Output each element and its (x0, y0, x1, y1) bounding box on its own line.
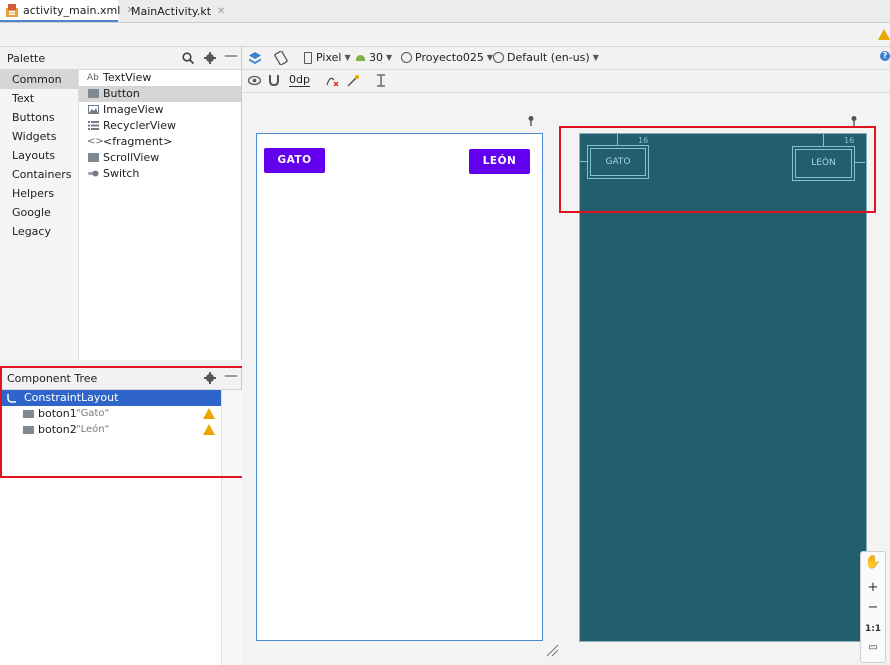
tab-label: MainActivity.kt (131, 4, 212, 18)
widget-button[interactable]: Button (79, 86, 241, 102)
layers-icon[interactable] (248, 51, 262, 65)
locale-selector[interactable]: Default (en-us) ▼ (493, 51, 599, 64)
widget-scrollview[interactable]: ScrollView (79, 150, 241, 166)
search-icon[interactable] (182, 52, 194, 64)
widget-fragment[interactable]: <> <fragment> (79, 134, 241, 150)
api-label: 30 (369, 51, 383, 64)
category-layouts[interactable]: Layouts (0, 146, 78, 165)
api-selector[interactable]: 30 ▼ (356, 51, 392, 64)
widget-switch[interactable]: Switch (79, 166, 241, 182)
palette-panel: Palette — Common Text Buttons Widgets La… (0, 47, 242, 360)
device-label: Pixel (316, 51, 342, 64)
fragment-icon: <> (87, 136, 104, 147)
category-containers[interactable]: Containers (0, 165, 78, 184)
pan-icon[interactable]: ✋ (861, 555, 885, 570)
editor-tab-bar: activity_main.xml ✕ MainActivity.kt ✕ (0, 0, 890, 23)
help-icon[interactable]: ? (880, 51, 890, 61)
chevron-down-icon: ▼ (386, 53, 393, 62)
layout-file-icon (6, 3, 18, 17)
widget-label: ScrollView (103, 151, 160, 164)
palette-categories: Common Text Buttons Widgets Layouts Cont… (0, 70, 79, 360)
theme-icon (401, 52, 412, 63)
button-icon (88, 89, 99, 98)
zoom-in-button[interactable]: + (861, 580, 885, 595)
widget-label: Switch (103, 167, 140, 180)
constraint-toolbar: 0dp (242, 70, 890, 93)
widget-label: ImageView (103, 103, 164, 116)
widget-label: RecyclerView (103, 119, 176, 132)
tab-main-activity[interactable]: MainActivity.kt ✕ (120, 0, 225, 22)
gear-icon[interactable] (204, 52, 216, 64)
default-margin-label: 0dp (289, 73, 310, 86)
widget-imageview[interactable]: ImageView (79, 102, 241, 118)
pin-icon (851, 116, 857, 126)
zoom-out-button[interactable]: − (861, 600, 885, 615)
highlight-box-component-tree (0, 366, 245, 478)
warning-icon[interactable] (878, 29, 890, 40)
minimize-icon[interactable]: — (224, 48, 238, 64)
clear-constraints-icon[interactable] (326, 74, 339, 87)
category-widgets[interactable]: Widgets (0, 127, 78, 146)
category-legacy[interactable]: Legacy (0, 222, 78, 241)
zoom-reset-button[interactable]: 1:1 (861, 624, 885, 634)
magnet-icon[interactable] (268, 74, 280, 87)
widget-label: <fragment> (103, 135, 173, 148)
widget-recyclerview[interactable]: RecyclerView (79, 118, 241, 134)
gato-button[interactable]: GATO (264, 148, 325, 173)
chevron-down-icon: ▼ (592, 53, 599, 62)
tab-activity-main[interactable]: activity_main.xml ✕ (0, 0, 135, 22)
default-margin-selector[interactable]: 0dp (289, 73, 310, 87)
palette-header: Palette — (0, 47, 241, 70)
design-surface[interactable]: GATO LEÓN (256, 133, 543, 641)
textview-icon: Ab (87, 73, 99, 83)
category-text[interactable]: Text (0, 89, 78, 108)
fit-screen-icon[interactable]: ▭ (861, 642, 885, 653)
palette-title: Palette (7, 52, 46, 65)
theme-label: Proyecto025 (415, 51, 484, 64)
category-common[interactable]: Common (0, 70, 78, 89)
design-canvas[interactable]: GATO LEÓN 16 GATO 16 LEÓN ✋ + − 1:1 ▭ (242, 93, 890, 665)
palette-widgets: Ab TextView Button ImageView RecyclerVie… (79, 70, 241, 360)
chevron-down-icon: ▼ (344, 53, 351, 62)
pin-icon (528, 116, 534, 126)
android-icon (356, 54, 365, 61)
theme-selector[interactable]: Proyecto025 ▼ (401, 51, 493, 64)
guidelines-icon[interactable] (376, 74, 386, 87)
infer-constraints-icon[interactable] (347, 74, 360, 87)
leon-button[interactable]: LEÓN (469, 149, 530, 174)
category-helpers[interactable]: Helpers (0, 184, 78, 203)
zoom-controls: ✋ + − 1:1 ▭ (860, 551, 886, 663)
widget-textview[interactable]: Ab TextView (79, 70, 241, 86)
tab-label: activity_main.xml (23, 3, 121, 17)
eye-icon[interactable] (248, 75, 261, 86)
editor-subbar (0, 23, 890, 47)
switch-icon (88, 170, 99, 177)
close-icon[interactable]: ✕ (217, 6, 225, 17)
globe-icon (493, 52, 504, 63)
category-google[interactable]: Google (0, 203, 78, 222)
orientation-icon[interactable] (274, 51, 288, 65)
widget-label: TextView (103, 71, 152, 84)
design-toolbar: Pixel ▼ 30 ▼ Proyecto025 ▼ Default (en-us) ▼… (242, 47, 890, 70)
scrollview-icon (88, 153, 99, 162)
locale-label: Default (en-us) (507, 51, 590, 64)
imageview-icon (88, 105, 99, 114)
device-icon (304, 51, 312, 64)
widget-label: Button (103, 87, 140, 100)
recyclerview-icon (88, 121, 99, 130)
highlight-box-blueprint (559, 126, 876, 213)
category-buttons[interactable]: Buttons (0, 108, 78, 127)
device-selector[interactable]: Pixel ▼ (304, 51, 351, 64)
resize-handle-icon[interactable] (545, 643, 559, 657)
